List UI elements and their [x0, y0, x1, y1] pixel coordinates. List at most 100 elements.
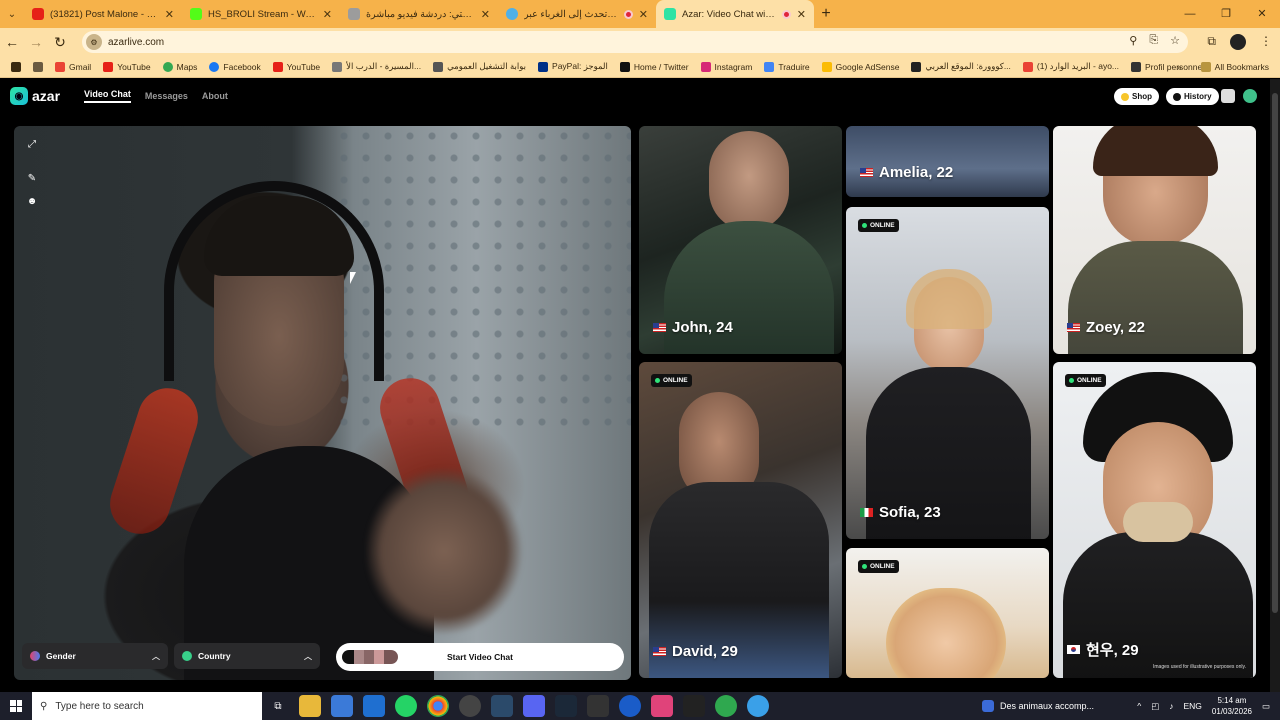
azar-logo[interactable]: ◉ azar [10, 87, 60, 105]
profile-card[interactable]: ONLINE Sofia, 23 [846, 207, 1049, 539]
bookmark-item[interactable]: Instagram [696, 61, 758, 72]
epic-games-icon[interactable] [587, 695, 609, 717]
bookmark-item[interactable]: Facebook [204, 61, 265, 72]
start-video-chat-button[interactable]: Start Video Chat [336, 643, 624, 671]
close-tab-icon[interactable]: ✕ [323, 8, 332, 21]
browser-tab-active[interactable]: Azar: Video Chat with New ✕ [656, 0, 814, 28]
face-filter-icon[interactable]: ☻ [26, 195, 38, 207]
app-icon[interactable] [651, 695, 673, 717]
url-bar[interactable]: ⚙ azarlive.com ⚲ ⎘ ☆ [82, 31, 1188, 53]
bookmark-item[interactable]: كووورة: الموقع العربي... [906, 61, 1015, 72]
bookmark-star-icon[interactable]: ☆ [1170, 34, 1180, 47]
chrome-icon[interactable] [715, 695, 737, 717]
nav-messages[interactable]: Messages [145, 91, 188, 101]
install-icon[interactable]: ⎘ [1149, 34, 1158, 47]
network-icon[interactable]: ◰ [1151, 701, 1159, 712]
bookmark-item[interactable]: PayPal: الموجز [533, 61, 613, 72]
taskbar-clock[interactable]: 5:14 am 01/03/2026 [1212, 695, 1252, 717]
menu-icon[interactable]: ⋮ [1260, 34, 1272, 50]
profile-settings-icon[interactable] [1243, 89, 1257, 103]
edge-icon[interactable] [747, 695, 769, 717]
store-icon[interactable] [331, 695, 353, 717]
apps-icon[interactable] [6, 61, 26, 72]
bookmark-item[interactable]: البريد الوارد (1) - ayo... [1018, 61, 1124, 72]
notifications-icon[interactable]: ▭ [1262, 701, 1270, 712]
task-view-icon[interactable]: ⧉ [267, 695, 289, 717]
expand-icon[interactable]: ⤢ [26, 138, 38, 150]
local-camera-video: ⤢ ✎ ☻ [14, 126, 631, 680]
forward-icon[interactable]: → [24, 34, 48, 50]
zoom-icon[interactable]: ⚲ [1129, 34, 1137, 47]
mail-icon[interactable] [363, 695, 385, 717]
bookmark-item[interactable]: بوابة التشغيل العمومي [428, 61, 531, 72]
bookmark-item[interactable]: Home / Twitter [615, 61, 694, 72]
word-icon[interactable] [619, 695, 641, 717]
profile-card[interactable]: ONLINE 현우, 29 Images used for illustrati… [1053, 362, 1256, 678]
minimize-icon[interactable]: — [1172, 0, 1208, 28]
taskbar-media-item[interactable]: Des animaux accomp... [982, 692, 1094, 720]
close-tab-icon[interactable]: ✕ [481, 8, 490, 21]
tab-search-chevron-icon[interactable]: ⌄ [0, 9, 24, 20]
bookmark-item[interactable]: YouTube [268, 61, 325, 72]
profile-card[interactable]: ONLINE David, 29 [639, 362, 842, 678]
nav-about[interactable]: About [202, 91, 228, 101]
new-tab-icon[interactable]: + [814, 5, 838, 23]
extensions-icon[interactable]: ⧉ [1207, 34, 1216, 50]
close-tab-icon[interactable]: ✕ [797, 8, 806, 21]
all-bookmarks[interactable]: All Bookmarks [1196, 62, 1274, 72]
grid-icon[interactable] [28, 61, 48, 72]
bookmark-item[interactable]: Maps [158, 61, 203, 72]
restore-icon[interactable]: ❐ [1208, 0, 1244, 28]
taskbar-search[interactable]: ⚲ Type here to search [32, 692, 262, 720]
reload-icon[interactable]: ↻ [48, 34, 72, 51]
capcut-icon[interactable] [683, 695, 705, 717]
profile-card[interactable]: Zoey, 22 [1053, 126, 1256, 354]
tray-chevron-icon[interactable]: ^ [1137, 701, 1141, 711]
beauty-wand-icon[interactable]: ✎ [26, 172, 38, 184]
language-indicator[interactable]: ENG [1184, 701, 1202, 711]
profile-card[interactable]: ONLINE [846, 548, 1049, 678]
profile-card[interactable]: John, 24 [639, 126, 842, 354]
profile-avatar[interactable] [1230, 34, 1246, 50]
profile-photo [709, 131, 789, 231]
browser-tab[interactable]: (31821) Post Malone - rockstar ✕ [24, 0, 182, 28]
facebook-icon [209, 61, 220, 72]
chrome-icon[interactable] [427, 695, 449, 717]
site-info-icon[interactable]: ⚙ [86, 34, 102, 50]
scrollbar-thumb[interactable] [1272, 93, 1278, 613]
gender-filter[interactable]: Gender ︿ [22, 643, 168, 669]
more-bookmarks-chevron-icon[interactable]: » [1177, 62, 1182, 72]
bookmark-item[interactable]: المسيرة - الدرب الأ... [327, 61, 426, 72]
profile-card[interactable]: Amelia, 22 [846, 126, 1049, 197]
start-button[interactable] [0, 692, 32, 720]
whatsapp-icon[interactable] [395, 695, 417, 717]
korea-flag-icon [1067, 645, 1080, 654]
bookmarks-bar: Gmail YouTube Maps Facebook YouTube المس… [0, 56, 1280, 78]
steam-icon[interactable] [555, 695, 577, 717]
discord-icon[interactable] [523, 695, 545, 717]
bookmark-item[interactable]: Gmail [50, 61, 96, 72]
profile-name: Zoey, 22 [1067, 319, 1145, 336]
obs-icon[interactable] [459, 695, 481, 717]
inbox-icon[interactable] [1221, 89, 1235, 103]
bookmark-item[interactable]: Google AdSense [817, 61, 905, 72]
shop-button[interactable]: Shop [1114, 88, 1159, 105]
browser-tab[interactable]: مولتي: دردشة فيديو مباشرة ✕ [340, 0, 498, 28]
close-tab-icon[interactable]: ✕ [639, 8, 648, 21]
volume-icon[interactable]: ♪ [1169, 701, 1173, 711]
nav-video-chat[interactable]: Video Chat [84, 89, 131, 103]
bookmark-item[interactable]: YouTube [98, 61, 155, 72]
browser-tab[interactable]: HS_BROLI Stream - Watch Live ✕ [182, 0, 340, 28]
back-icon[interactable]: ← [0, 34, 24, 50]
app-icon[interactable] [491, 695, 513, 717]
close-tab-icon[interactable]: ✕ [165, 8, 174, 21]
country-label: Country [198, 651, 231, 661]
browser-tab[interactable]: أوميجل: تحدث إلى الغرباء عبر ✕ [498, 0, 656, 28]
history-button[interactable]: History [1166, 88, 1219, 105]
close-window-icon[interactable]: ✕ [1244, 0, 1280, 28]
country-filter[interactable]: Country ︿ [174, 643, 320, 669]
page-scrollbar[interactable] [1270, 79, 1280, 692]
bookmark-item[interactable]: Traduire [759, 61, 814, 72]
gender-icon [30, 651, 40, 661]
file-explorer-icon[interactable] [299, 695, 321, 717]
